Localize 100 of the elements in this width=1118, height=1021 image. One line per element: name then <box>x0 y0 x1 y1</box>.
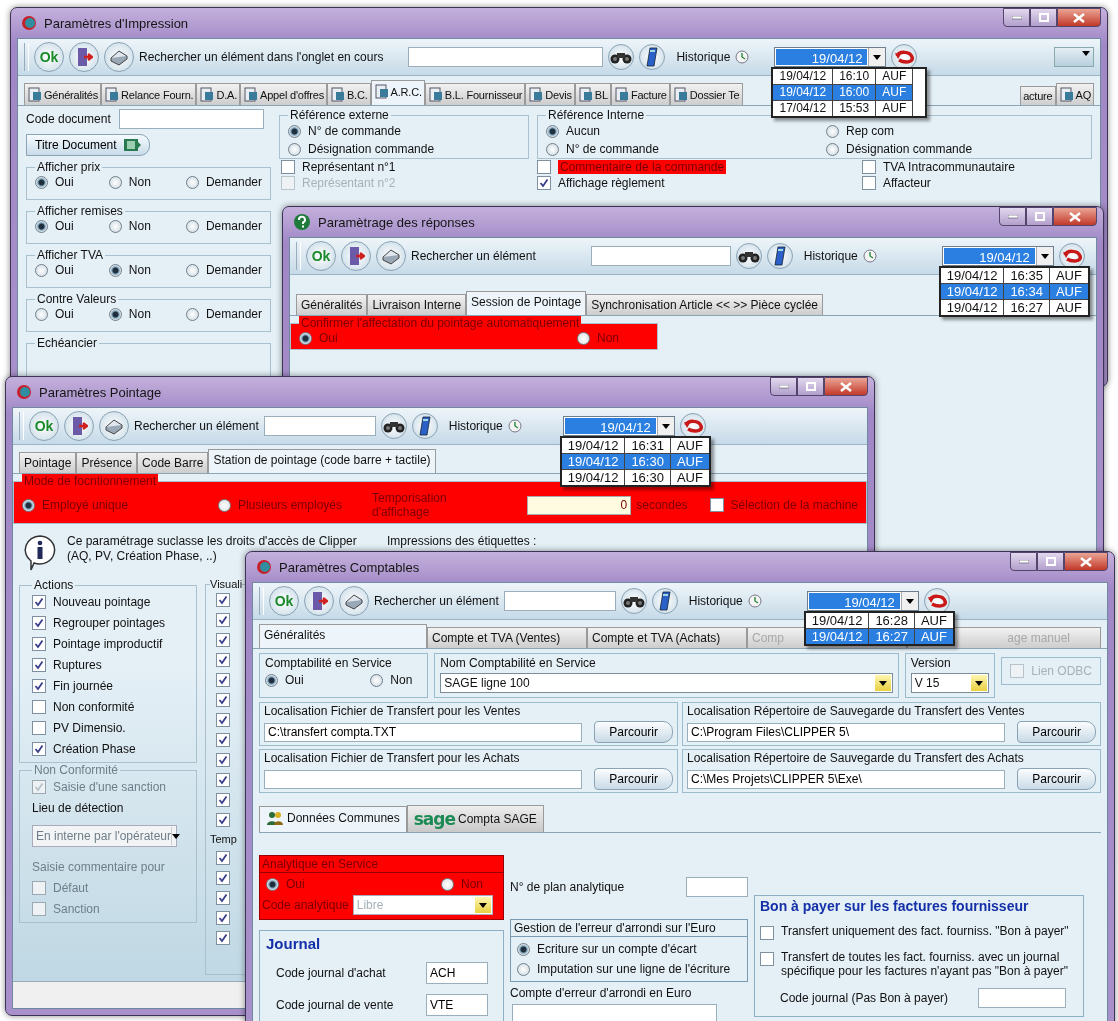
text-field[interactable] <box>978 988 1067 1008</box>
radio-button[interactable] <box>35 263 48 277</box>
checkbox[interactable] <box>216 851 230 865</box>
checkbox[interactable] <box>32 742 46 756</box>
exit-button[interactable] <box>341 241 371 271</box>
path-field[interactable] <box>264 769 583 789</box>
radio-button[interactable] <box>108 219 122 233</box>
maximize-button[interactable] <box>1030 8 1057 27</box>
history-row[interactable]: 19/04/12 16:27 AUF <box>804 628 954 645</box>
tab[interactable]: B.C. <box>327 83 371 105</box>
checkbox[interactable] <box>216 911 230 925</box>
history-row[interactable]: 19/04/12 16:00 AUF <box>772 84 927 101</box>
radio-button[interactable] <box>299 331 312 345</box>
radio-button[interactable] <box>185 175 199 189</box>
radio-button[interactable] <box>265 673 278 687</box>
tab[interactable]: A.R.C. <box>370 80 425 105</box>
date-dropdown[interactable]: 19/04/12 <box>774 47 887 67</box>
tab[interactable]: Dossier Te <box>669 83 743 105</box>
radio-button[interactable] <box>35 175 48 189</box>
browse-button[interactable]: Parcourir <box>594 721 673 743</box>
checkbox[interactable] <box>32 595 46 609</box>
title-document-button[interactable]: Titre Document <box>26 134 150 156</box>
exit-button[interactable] <box>304 586 334 616</box>
history-row[interactable]: 19/04/12 16:28 AUF <box>804 612 954 629</box>
text-field[interactable] <box>118 109 264 129</box>
menu-button[interactable] <box>1054 47 1094 67</box>
checkbox[interactable] <box>216 753 230 767</box>
browse-button[interactable]: Parcourir <box>1017 721 1096 743</box>
date-dropdown[interactable]: 19/04/12 <box>562 416 675 436</box>
search-field[interactable] <box>408 47 604 67</box>
checkbox[interactable] <box>216 733 230 747</box>
tab[interactable]: Données Communes <box>259 806 407 832</box>
tab[interactable]: Synchronisation Article << >> Pièce cyclée <box>586 294 823 315</box>
history-row[interactable]: 17/04/12 15:53 AUF <box>772 100 927 117</box>
radio-button[interactable] <box>185 307 199 321</box>
tab[interactable]: Livraison Interne <box>367 294 467 315</box>
tab[interactable]: Station de pointage (code barre + tactile) <box>208 449 436 473</box>
radio-button[interactable] <box>441 877 454 891</box>
maximize-button[interactable] <box>1037 552 1064 571</box>
radio-button[interactable] <box>217 498 231 512</box>
checkbox[interactable] <box>216 871 230 885</box>
checkbox[interactable] <box>216 633 230 647</box>
find-button[interactable] <box>380 413 407 439</box>
radio-button[interactable] <box>546 142 559 156</box>
radio-button[interactable] <box>577 331 590 345</box>
tab[interactable]: BL <box>574 83 611 105</box>
undo-button[interactable] <box>891 44 918 70</box>
history-row[interactable]: 19/04/12 16:35 AUF <box>939 267 1089 284</box>
history-row[interactable]: 19/04/12 16:30 AUF <box>560 453 710 470</box>
radio-button[interactable] <box>185 263 199 277</box>
tab[interactable]: Devis <box>525 83 575 105</box>
checkbox[interactable] <box>537 160 551 174</box>
date-dropdown[interactable]: 19/04/12 <box>941 246 1054 266</box>
print-button[interactable] <box>104 42 134 72</box>
clear-button[interactable] <box>411 413 438 439</box>
radio-button[interactable] <box>22 498 35 512</box>
text-field[interactable]: VTE <box>426 994 488 1016</box>
checkbox[interactable] <box>32 700 46 714</box>
find-button[interactable] <box>608 44 635 70</box>
browse-button[interactable]: Parcourir <box>594 768 673 790</box>
radio-button[interactable] <box>826 142 839 156</box>
radio-button[interactable] <box>517 942 530 956</box>
checkbox[interactable] <box>216 931 230 945</box>
dropdown[interactable]: V 15 <box>910 673 990 693</box>
find-button[interactable] <box>735 243 762 269</box>
radio-button[interactable] <box>370 673 384 687</box>
radio-button[interactable] <box>108 263 122 277</box>
tab[interactable]: D.A. <box>196 83 241 105</box>
clear-button[interactable] <box>766 243 793 269</box>
radio-button[interactable] <box>826 124 839 138</box>
checkbox[interactable] <box>216 891 230 905</box>
tab[interactable]: Généralités <box>259 624 427 648</box>
checkbox[interactable] <box>216 593 230 607</box>
tab[interactable]: Généralités <box>24 83 102 105</box>
checkbox[interactable] <box>216 693 230 707</box>
tab[interactable]: B.L. Fournisseur <box>424 83 526 105</box>
path-field[interactable]: C:\Program Files\CLIPPER 5\ <box>687 722 1006 742</box>
print-button[interactable] <box>99 411 129 441</box>
path-field[interactable]: C:\transfert compta.TXT <box>264 722 583 742</box>
checkbox[interactable] <box>216 713 230 727</box>
tab[interactable]: Relance Fourn. <box>101 83 197 105</box>
search-field[interactable] <box>503 591 616 611</box>
browse-button[interactable]: Parcourir <box>1017 768 1096 790</box>
tab[interactable]: Compte et TVA (Ventes) <box>427 627 587 648</box>
ok-button[interactable]: Ok <box>306 241 336 271</box>
number-field[interactable]: 0 <box>527 495 632 515</box>
clear-button[interactable] <box>651 588 678 614</box>
tab[interactable]: AQ <box>1055 83 1094 105</box>
search-field[interactable] <box>590 246 731 266</box>
radio-button[interactable] <box>546 124 559 138</box>
undo-button[interactable] <box>679 413 706 439</box>
radio-button[interactable] <box>288 124 301 138</box>
checkbox[interactable] <box>760 926 774 940</box>
close-button[interactable] <box>1053 207 1097 226</box>
ok-button[interactable]: Ok <box>34 42 64 72</box>
history-row[interactable]: 19/04/12 16:31 AUF <box>560 437 710 454</box>
print-button[interactable] <box>339 586 369 616</box>
radio-button[interactable] <box>517 962 530 976</box>
checkbox[interactable] <box>537 176 551 190</box>
tab[interactable]: Présence <box>76 452 138 473</box>
